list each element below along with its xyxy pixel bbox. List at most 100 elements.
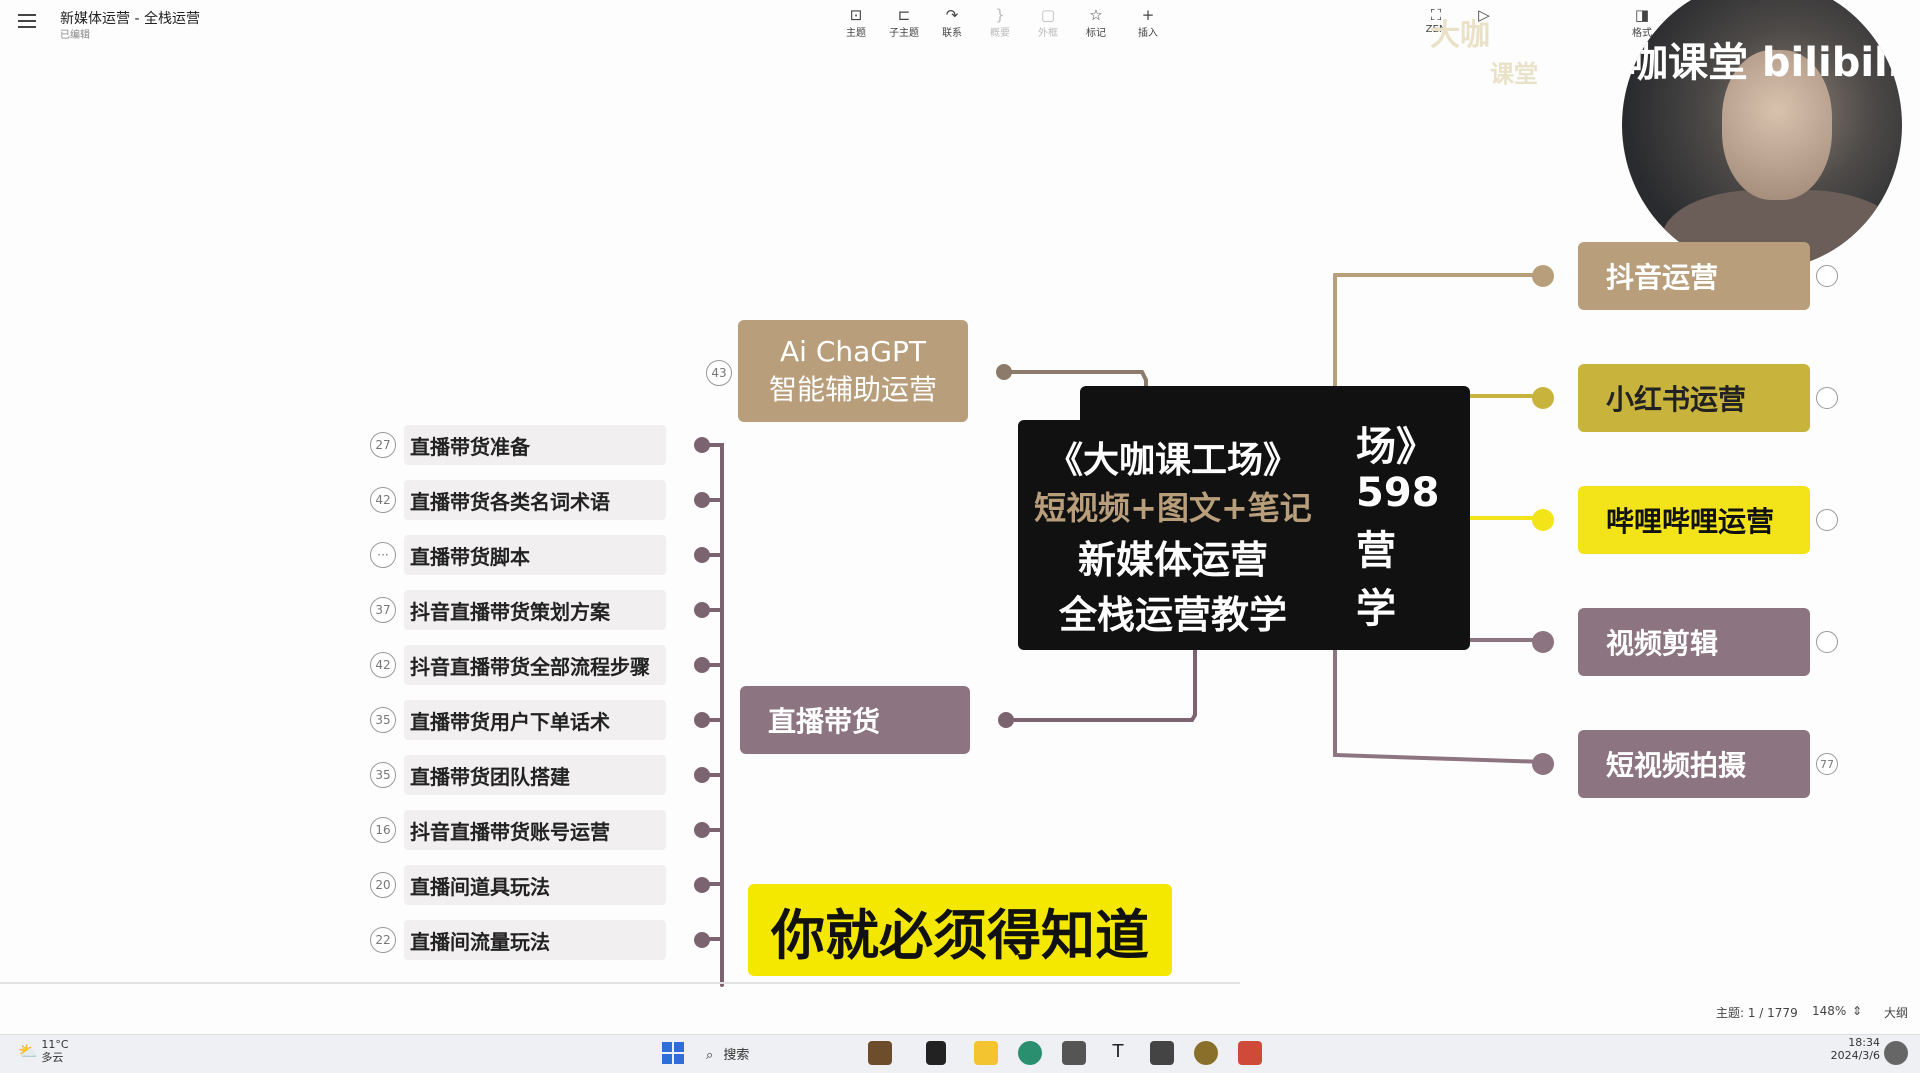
collapse-count-badge[interactable]: 22 [370, 927, 396, 953]
collapse-count-badge[interactable]: 16 [370, 817, 396, 843]
collapse-toggle[interactable] [1816, 631, 1838, 653]
topic-ai-chatgpt-label: Ai ChaGPT [780, 334, 926, 368]
connector-dot [694, 492, 710, 508]
video-caption: 你就必须得知道 [748, 884, 1172, 976]
subtopic-item[interactable]: 直播带货准备 [404, 425, 666, 465]
taskbar-search[interactable]: ⌕ 搜索 [706, 1044, 749, 1063]
subtopic-item[interactable]: 抖音直播带货账号运营 [404, 810, 666, 850]
subtopic-item[interactable]: 直播带货脚本 [404, 535, 666, 575]
collapse-toggle[interactable] [1816, 387, 1838, 409]
connector-dot [694, 932, 710, 948]
central-topic-peek4: 学 [1356, 586, 1396, 632]
collapse-count-badge[interactable]: 42 [370, 487, 396, 513]
central-topic-line4: 全栈运营教学 [1058, 593, 1287, 637]
subtopic-label: 抖音直播带货策划方案 [410, 599, 610, 624]
central-topic-peek2: 598 [1356, 470, 1440, 516]
central-topic-line3: 新媒体运营 [1077, 538, 1268, 582]
app-icon-4[interactable] [1150, 1041, 1174, 1065]
weather-widget[interactable]: ⛅ 11°C 多云 [18, 1038, 69, 1064]
zoom-level[interactable]: 148% [1812, 1004, 1846, 1018]
weather-temp: 11°C [41, 1038, 69, 1051]
app-icon-5[interactable] [1194, 1041, 1218, 1065]
central-topic-peek1: 场》 [1356, 424, 1436, 470]
cloud-sun-icon: ⛅ [18, 1041, 38, 1061]
branch-topic[interactable]: 小红书运营 [1578, 364, 1810, 432]
collapse-count-badge[interactable]: 35 [370, 762, 396, 788]
subtopic-item[interactable]: 直播间道具玩法 [404, 865, 666, 905]
app-icon-3[interactable] [1062, 1041, 1086, 1065]
start-button[interactable] [662, 1042, 684, 1064]
branch-topic[interactable]: 抖音运营 [1578, 242, 1810, 310]
central-topic-peek3: 营 [1356, 528, 1396, 574]
branch-topic-label: 抖音运营 [1606, 261, 1719, 294]
connector-dot [1532, 509, 1554, 531]
central-topic[interactable]: 《大咖课工场》 短视频+图文+笔记 新媒体运营 全栈运营教学 [1018, 420, 1328, 650]
branch-topic-label: 小红书运营 [1606, 383, 1747, 416]
connector-dot [694, 822, 710, 838]
text-editor-icon[interactable]: T [1106, 1041, 1130, 1065]
taskbar [0, 1034, 1920, 1073]
app-icon-2[interactable] [926, 1041, 946, 1065]
topic-live-selling[interactable]: 直播带货 [740, 686, 970, 754]
search-label: 搜索 [723, 1048, 750, 1063]
subtopic-item[interactable]: 直播带货用户下单话术 [404, 700, 666, 740]
notification-icon[interactable] [1884, 1041, 1908, 1065]
collapse-toggle[interactable] [1816, 265, 1838, 287]
topic-live-selling-label: 直播带货 [768, 705, 881, 738]
connector-dot [996, 364, 1012, 380]
system-clock[interactable]: 18:34 2024/3/6 [1810, 1036, 1880, 1062]
outline-button[interactable]: 大纲 [1884, 1004, 1908, 1021]
branch-topic-label: 短视频拍摄 [1606, 749, 1747, 782]
collapse-count-badge[interactable]: 27 [370, 432, 396, 458]
branch-topic[interactable]: 视频剪辑 [1578, 608, 1810, 676]
collapse-count-badge[interactable]: 20 [370, 872, 396, 898]
topic-ai-chatgpt-label2: 智能辅助运营 [768, 372, 937, 406]
central-topic-line2: 短视频+图文+笔记 [1034, 489, 1312, 527]
subtopic-label: 直播带货各类名词术语 [410, 489, 610, 514]
subtopic-label: 直播带货团队搭建 [410, 764, 570, 789]
connector-dot [694, 602, 710, 618]
collapse-count-badge[interactable]: 35 [370, 707, 396, 733]
subtopic-label: 抖音直播带货账号运营 [410, 819, 610, 844]
subtopic-item[interactable]: 直播带货各类名词术语 [404, 480, 666, 520]
collapse-toggle[interactable]: 77 [1816, 753, 1838, 775]
connector-dot [1532, 387, 1554, 409]
search-icon: ⌕ [706, 1048, 714, 1063]
topic-count: 主题: 1 / 1779 [1716, 1006, 1798, 1020]
subtopic-label: 直播带货用户下单话术 [410, 709, 610, 734]
subtopic-label: 直播带货准备 [410, 434, 530, 459]
connector-dot [694, 712, 710, 728]
clock-time: 18:34 [1848, 1036, 1880, 1049]
connector-dot [694, 877, 710, 893]
clock-date: 2024/3/6 [1830, 1049, 1880, 1062]
connector-dot [998, 712, 1014, 728]
edge-icon[interactable] [1018, 1041, 1042, 1065]
collapse-toggle[interactable] [1816, 509, 1838, 531]
connector-dot [694, 437, 710, 453]
subtopic-label: 直播间道具玩法 [410, 874, 550, 899]
subtopic-label: 直播带货脚本 [410, 544, 530, 569]
connector-dot [1532, 265, 1554, 287]
folder-icon[interactable] [974, 1041, 998, 1065]
collapse-count-badge[interactable]: 42 [370, 652, 396, 678]
branch-topic[interactable]: 哔哩哔哩运营 [1578, 486, 1810, 554]
zoom-stepper-icon[interactable]: ⇕ [1852, 1004, 1862, 1018]
connector-dot [694, 547, 710, 563]
app-icon-1[interactable] [868, 1041, 892, 1065]
collapse-count-badge[interactable]: 43 [706, 360, 732, 386]
branch-topic[interactable]: 短视频拍摄 [1578, 730, 1810, 798]
subtopic-label: 抖音直播带货全部流程步骤 [410, 654, 650, 679]
app-icon-6[interactable] [1238, 1041, 1262, 1065]
subtopic-item[interactable]: 抖音直播带货策划方案 [404, 590, 666, 630]
branch-topic-label: 视频剪辑 [1606, 627, 1719, 660]
central-topic-line1: 《大咖课工场》 [1046, 440, 1299, 481]
collapse-count-badge[interactable]: 37 [370, 597, 396, 623]
connector-dot [694, 767, 710, 783]
subtopic-item[interactable]: 直播带货团队搭建 [404, 755, 666, 795]
branch-topic-label: 哔哩哔哩运营 [1606, 505, 1775, 538]
subtopic-item[interactable]: 抖音直播带货全部流程步骤 [404, 645, 666, 685]
collapse-count-badge[interactable]: ··· [370, 542, 396, 568]
connector-dot [694, 657, 710, 673]
subtopic-item[interactable]: 直播间流量玩法 [404, 920, 666, 960]
topic-ai-chatgpt[interactable]: Ai ChaGPT 智能辅助运营 [738, 320, 968, 422]
